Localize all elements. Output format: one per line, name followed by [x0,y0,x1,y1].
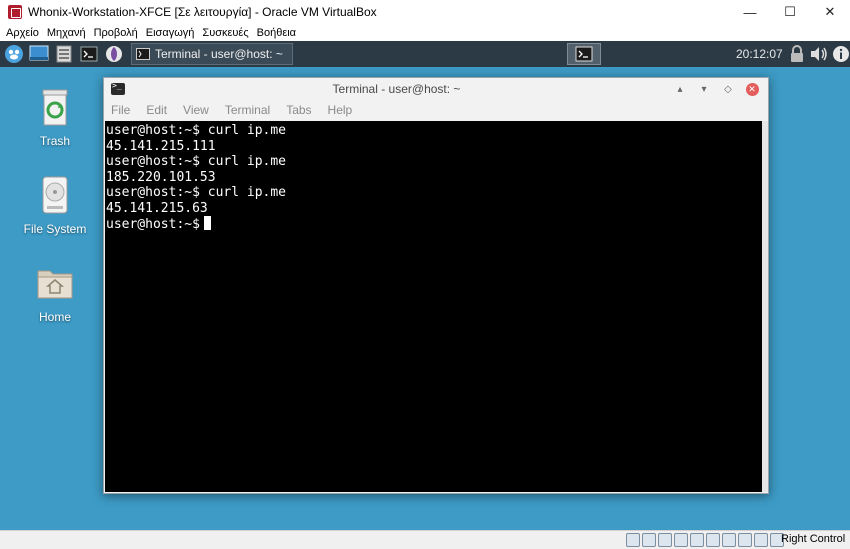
audio-status-icon[interactable] [658,533,672,547]
usb-status-icon[interactable] [690,533,704,547]
xfce-panel: Terminal - user@host: ~ 20:12:07 [0,41,850,67]
terminal-line: user@host:~$ curl ip.me [106,123,287,138]
terminal-launcher-icon[interactable] [78,43,100,65]
volume-icon[interactable] [810,44,828,64]
terminal-menu-help[interactable]: Help [320,103,361,117]
terminal-shade-button[interactable]: ▴ [668,79,692,99]
terminal-output[interactable]: user@host:~$ curl ip.me 45.141.215.111 u… [105,121,762,492]
menu-devices[interactable]: Συσκευές [198,27,252,39]
desktop-trash-label: Trash [39,134,71,148]
close-icon: ✕ [745,82,759,96]
status-icons [626,533,784,547]
terminal-maximize-button[interactable]: ◇ [716,79,740,99]
panel-clock[interactable]: 20:12:07 [736,41,783,67]
terminal-menu-view[interactable]: View [175,103,217,117]
host-window-title: Whonix-Workstation-XFCE [Σε λειτουργία] … [28,5,377,19]
terminal-prompt-line: user@host:~$ [106,216,761,233]
menu-view[interactable]: Προβολή [90,27,142,39]
terminal-line: user@host:~$ curl ip.me [106,185,287,200]
host-titlebar: Whonix-Workstation-XFCE [Σε λειτουργία] … [0,0,850,24]
file-manager-icon[interactable] [53,43,75,65]
terminal-menubar: File Edit View Terminal Tabs Help [104,100,768,120]
desktop: Trash File System Home Terminal - user@h… [0,67,850,530]
virtualbox-icon [8,5,22,19]
host-statusbar: Right Control [0,530,850,549]
terminal-title: Terminal - user@host: ~ [332,82,461,96]
menu-file[interactable]: Αρχείο [0,27,43,39]
workspace-terminal-button[interactable] [567,43,601,65]
lock-icon[interactable] [788,44,806,64]
menu-help[interactable]: Βοήθεια [253,27,300,39]
tor-browser-icon[interactable] [103,43,125,65]
terminal-menu-tabs[interactable]: Tabs [278,103,319,117]
display-status-icon[interactable] [722,533,736,547]
recording-status-icon[interactable] [738,533,752,547]
terminal-menu-terminal[interactable]: Terminal [217,103,278,117]
terminal-prompt: user@host:~$ [106,217,200,232]
terminal-line: 185.220.101.53 [106,169,216,185]
terminal-close-button[interactable]: ✕ [740,79,764,99]
shared-folder-status-icon[interactable] [706,533,720,547]
terminal-task-icon [136,48,150,60]
desktop-home-label: Home [38,310,71,324]
taskbar-terminal-label: Terminal - user@host: ~ [155,47,283,61]
terminal-minimize-button[interactable]: ▾ [692,79,716,99]
menu-machine[interactable]: Μηχανή [43,27,90,39]
terminal-icon [575,46,593,62]
terminal-titlebar[interactable]: Terminal - user@host: ~ ▴ ▾ ◇ ✕ [104,78,768,100]
terminal-window: Terminal - user@host: ~ ▴ ▾ ◇ ✕ File Edi… [103,77,769,494]
close-button[interactable]: ✕ [810,0,850,24]
maximize-button[interactable]: ☐ [770,0,810,24]
show-desktop-icon[interactable] [28,43,50,65]
menu-input[interactable]: Εισαγωγή [142,27,199,39]
desktop-filesystem[interactable]: File System [15,175,95,236]
taskbar-terminal[interactable]: Terminal - user@host: ~ [131,43,293,65]
desktop-home[interactable]: Home [15,263,95,324]
terminal-line: 45.141.215.111 [106,138,216,154]
system-tray [788,44,850,64]
terminal-window-icon [111,81,125,95]
terminal-scrollbar[interactable] [762,121,768,492]
host-menubar: Αρχείο Μηχανή Προβολή Εισαγωγή Συσκευές … [0,24,850,41]
drive-icon [42,176,68,214]
terminal-line: user@host:~$ curl ip.me [106,154,287,169]
optical-drive-status-icon[interactable] [642,533,656,547]
minimize-button[interactable]: — [730,0,770,24]
host-key-label: Right Control [781,533,846,545]
terminal-line: 45.141.215.63 [106,200,208,216]
terminal-menu-file[interactable]: File [104,103,138,117]
home-folder-icon [37,270,73,299]
whisker-menu-icon[interactable] [3,43,25,65]
desktop-trash[interactable]: Trash [15,87,95,148]
hard-disk-status-icon[interactable] [626,533,640,547]
desktop-filesystem-label: File System [23,222,87,236]
cpu-status-icon[interactable] [754,533,768,547]
network-status-icon[interactable] [674,533,688,547]
trash-icon [42,89,68,126]
terminal-menu-edit[interactable]: Edit [138,103,175,117]
terminal-cursor [203,216,211,230]
info-icon[interactable] [832,44,850,64]
